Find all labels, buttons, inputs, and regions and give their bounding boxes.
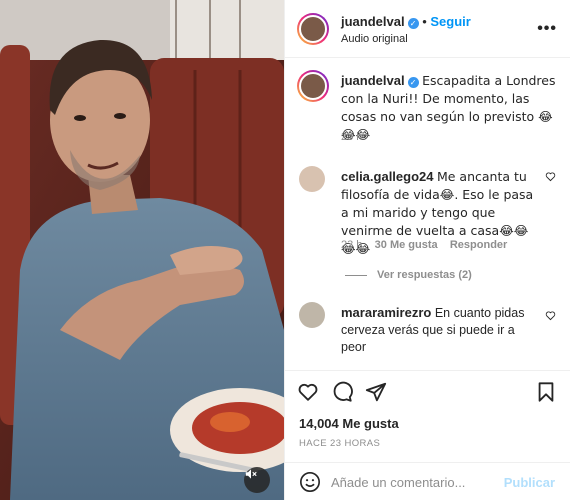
audio-label[interactable]: Audio original — [341, 33, 408, 45]
video-frame-illustration — [0, 0, 284, 500]
comment-time: 23 h — [341, 239, 363, 251]
replies-line — [345, 275, 367, 276]
view-replies-button[interactable]: Ver respuestas (2) — [377, 269, 472, 281]
like-count[interactable]: 14,004 Me gusta — [299, 416, 399, 431]
share-paper-plane-icon[interactable] — [365, 381, 387, 403]
comments-list[interactable]: juandelval ✓ Escapadita a Londres con la … — [285, 58, 570, 370]
post-timestamp[interactable]: HACE 23 HORAS — [299, 438, 380, 449]
caption-time: 23 h — [341, 131, 363, 143]
comment-like-heart-icon[interactable] — [545, 310, 556, 321]
post-video[interactable] — [0, 0, 284, 500]
author-line: juandelval ✓ • Seguir — [341, 14, 471, 29]
reply-button[interactable]: Responder — [450, 239, 507, 251]
post-side-panel: juandelval ✓ • Seguir Audio original ••• … — [284, 0, 570, 500]
more-options-icon[interactable]: ••• — [537, 20, 557, 38]
speaker-muted-icon — [245, 469, 257, 479]
comment-composer: Publicar — [285, 462, 570, 500]
mute-toggle-button[interactable] — [244, 467, 270, 493]
comment-like-heart-icon[interactable] — [545, 171, 556, 182]
comment-meta: 23 h 30 Me gusta Responder — [341, 239, 507, 251]
caption: juandelval ✓ Escapadita a Londres con la … — [341, 72, 557, 144]
comment-avatar[interactable] — [299, 302, 325, 328]
comment-author[interactable]: celia.gallego24 — [341, 169, 434, 184]
comment-likes[interactable]: 30 Me gusta — [375, 239, 438, 251]
caption-author-avatar[interactable] — [297, 70, 329, 102]
post-header: juandelval ✓ • Seguir Audio original ••• — [285, 0, 570, 58]
author-avatar[interactable] — [297, 13, 329, 45]
follow-button[interactable]: Seguir — [430, 14, 470, 29]
comment-avatar[interactable] — [299, 166, 325, 192]
save-bookmark-icon[interactable] — [535, 381, 557, 403]
like-heart-icon[interactable] — [297, 381, 319, 403]
emoji-smiley-icon[interactable] — [299, 471, 321, 493]
author-username[interactable]: juandelval — [341, 14, 405, 29]
publish-button[interactable]: Publicar — [504, 475, 555, 490]
comment-bubble-icon[interactable] — [331, 381, 353, 403]
comment-input[interactable] — [331, 472, 491, 492]
comment-author[interactable]: mararamirezro — [341, 305, 431, 320]
post-actions: 14,004 Me gusta HACE 23 HORAS — [285, 370, 570, 462]
caption-author-username[interactable]: juandelval — [341, 73, 405, 88]
verified-badge-icon: ✓ — [407, 18, 419, 29]
comment-item: mararamirezro En cuanto pidas cerveza ve… — [341, 304, 541, 356]
verified-badge-icon: ✓ — [407, 77, 419, 88]
